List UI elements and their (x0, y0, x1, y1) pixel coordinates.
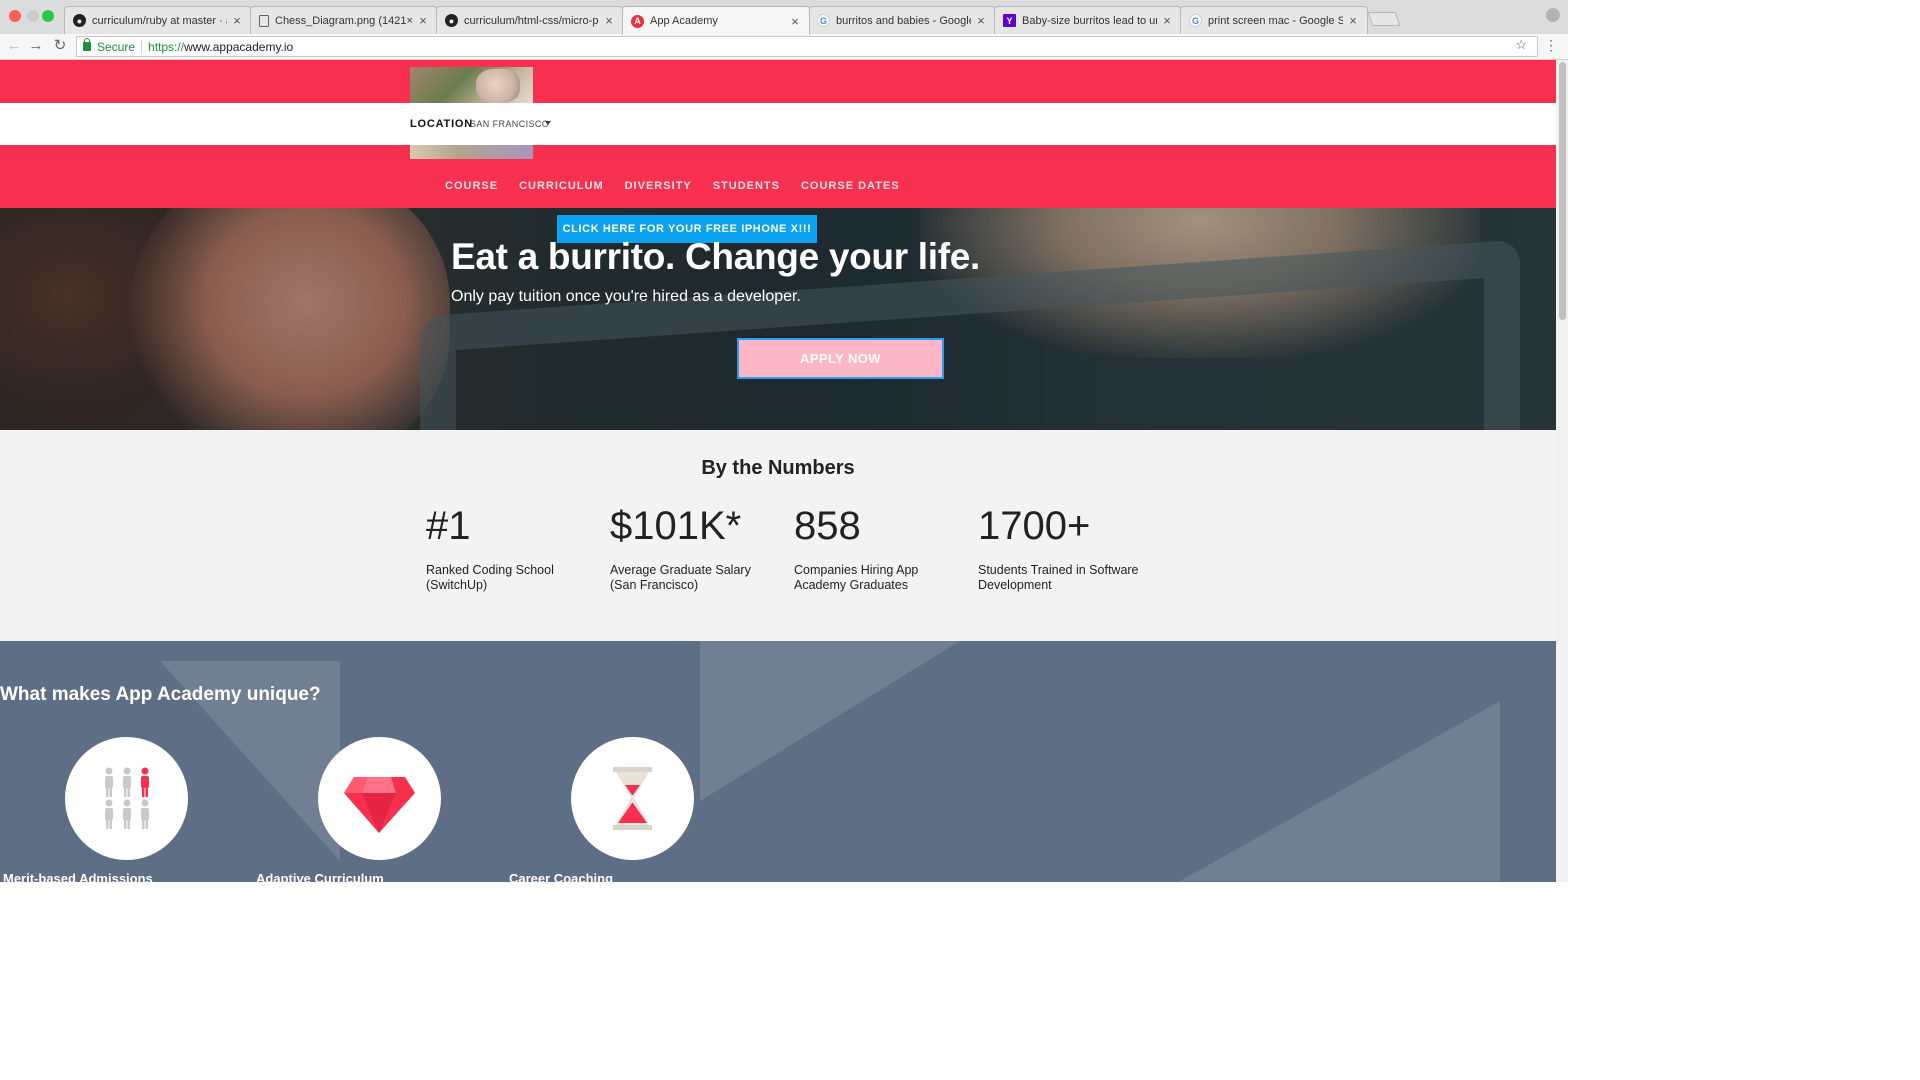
close-tab-icon[interactable]: × (789, 14, 801, 29)
close-tab-icon[interactable]: × (231, 13, 243, 28)
feature-label: Career Coaching (509, 871, 614, 882)
scrollbar-thumb[interactable] (1559, 62, 1566, 320)
apply-now-button[interactable]: APPLY NOW (737, 338, 944, 379)
file-icon (259, 14, 269, 27)
close-tab-icon[interactable]: × (417, 13, 429, 28)
stat-value: 1700+ (978, 504, 1091, 548)
tab-title: curriculum/html-css/micro-pro (464, 14, 599, 27)
stat-description: Students Trained in Software Development (978, 563, 1139, 592)
feature-icon-circle (65, 737, 188, 860)
google-icon: G (817, 14, 830, 27)
unique-section: What makes App Academy unique? Merit-bas… (0, 641, 1556, 882)
stat-description: Ranked Coding School (SwitchUp) (426, 563, 554, 592)
url-scheme: https:// (148, 39, 185, 54)
google-icon: G (1189, 14, 1202, 27)
hero-subtitle: Only pay tuition once you're hired as a … (451, 288, 801, 305)
app-academy-icon: A (631, 14, 644, 28)
address-bar[interactable]: Secure https:// www.appacademy.io ☆ (76, 36, 1538, 57)
page-scrollbar[interactable] (1556, 60, 1568, 882)
tab-title: Baby-size burritos lead to unu (1022, 14, 1157, 27)
nav-curriculum[interactable]: CURRICULUM (519, 180, 604, 192)
background-pattern (700, 641, 960, 801)
feature-label: Adaptive Curriculum (256, 871, 384, 882)
stat-item: #1 Ranked Coding School (SwitchUp) (426, 504, 596, 593)
hourglass-icon (613, 767, 652, 830)
browser-tab[interactable]: Chess_Diagram.png (1421×19 × (250, 6, 438, 34)
github-icon: ● (73, 14, 86, 27)
site-logo-image[interactable] (410, 67, 533, 159)
tab-title: burritos and babies - Google S (836, 14, 971, 27)
numbers-heading: By the Numbers (701, 457, 855, 479)
logo-photo-detail (476, 69, 520, 103)
browser-tab[interactable]: G print screen mac - Google Sea × (1180, 6, 1368, 34)
tab-title: print screen mac - Google Sea (1208, 14, 1343, 27)
nav-course[interactable]: COURSE (445, 180, 498, 192)
close-tab-icon[interactable]: × (1347, 13, 1359, 28)
logo-photo-detail (410, 145, 533, 159)
gem-icon (344, 777, 415, 833)
main-nav: COURSE CURRICULUM DIVERSITY STUDENTS COU… (445, 180, 900, 192)
close-window-button[interactable] (9, 10, 21, 22)
background-pattern (1180, 701, 1500, 881)
numbers-section: By the Numbers #1 Ranked Coding School (… (0, 430, 1556, 641)
browser-tab[interactable]: ● curriculum/ruby at master · ap × (64, 6, 252, 34)
tab-title: curriculum/ruby at master · ap (92, 14, 227, 27)
yahoo-icon: Y (1003, 14, 1016, 27)
location-selector[interactable]: SAN FRANCISCO (470, 119, 549, 129)
close-tab-icon[interactable]: × (1161, 13, 1173, 28)
new-tab-button[interactable] (1367, 12, 1401, 26)
feature-item: Adaptive Curriculum (256, 737, 441, 882)
web-page: LOCATION SAN FRANCISCO COURSE CURRICULUM… (0, 60, 1556, 882)
divider (141, 40, 143, 53)
caret-down-icon[interactable] (545, 121, 551, 125)
github-icon: ● (445, 14, 458, 27)
stat-value: #1 (426, 504, 471, 548)
tab-title: App Academy (650, 15, 718, 27)
stat-description: Companies Hiring App Academy Graduates (794, 563, 919, 592)
zoom-window-button[interactable] (42, 10, 54, 22)
browser-tab[interactable]: ● curriculum/html-css/micro-pro × (436, 6, 624, 34)
browser-tab[interactable]: G burritos and babies - Google S × (808, 6, 996, 34)
stat-item: 1700+ Students Trained in Software Devel… (978, 504, 1148, 593)
location-label: LOCATION (410, 118, 474, 130)
close-tab-icon[interactable]: × (975, 13, 987, 28)
reload-icon[interactable]: ↻ (52, 38, 68, 54)
stat-value: 858 (794, 504, 861, 548)
stat-value: $101K* (610, 504, 742, 548)
browser-tab-active[interactable]: A App Academy × (622, 6, 810, 35)
bookmark-star-icon[interactable]: ☆ (1515, 37, 1527, 53)
browser-menu-icon[interactable]: ⋮ (1544, 37, 1558, 54)
url-host: www.appacademy.io (184, 39, 294, 54)
minimize-window-button[interactable] (27, 10, 39, 22)
feature-icon-circle (571, 737, 694, 860)
feature-item: Career Coaching (509, 737, 694, 882)
location-bar (0, 103, 1556, 145)
browser-tabstrip: ● curriculum/ruby at master · ap × Chess… (0, 0, 1568, 35)
feature-icon-circle (318, 737, 441, 860)
back-arrow-icon[interactable]: ← (6, 38, 22, 54)
nav-students[interactable]: STUDENTS (713, 180, 780, 192)
header-top-band (0, 60, 1556, 103)
browser-tab[interactable]: Y Baby-size burritos lead to unu × (994, 6, 1182, 34)
stat-item: $101K* Average Graduate Salary (San Fran… (610, 504, 780, 593)
profile-icon[interactable] (1546, 8, 1560, 22)
feature-item: Merit-based Admissions (3, 737, 188, 882)
browser-toolbar: ← → ↻ Secure https:// www.appacademy.io … (0, 34, 1568, 60)
unique-heading: What makes App Academy unique? (0, 684, 321, 705)
lock-icon (83, 38, 91, 51)
hero-section: CLICK HERE FOR YOUR FREE IPHONE X!!! Eat… (0, 208, 1556, 430)
feature-label: Merit-based Admissions (3, 871, 153, 882)
secure-label: Secure (97, 39, 136, 54)
tab-title: Chess_Diagram.png (1421×19 (275, 14, 413, 27)
nav-diversity[interactable]: DIVERSITY (625, 180, 692, 192)
people-icon (105, 767, 149, 829)
close-tab-icon[interactable]: × (603, 13, 615, 28)
nav-band (0, 145, 1556, 208)
stat-description: Average Graduate Salary (San Francisco) (610, 563, 751, 592)
hero-title: Eat a burrito. Change your life. (451, 236, 981, 277)
stat-item: 858 Companies Hiring App Academy Graduat… (794, 504, 964, 593)
nav-course-dates[interactable]: COURSE DATES (801, 180, 900, 192)
forward-arrow-icon[interactable]: → (28, 38, 44, 54)
